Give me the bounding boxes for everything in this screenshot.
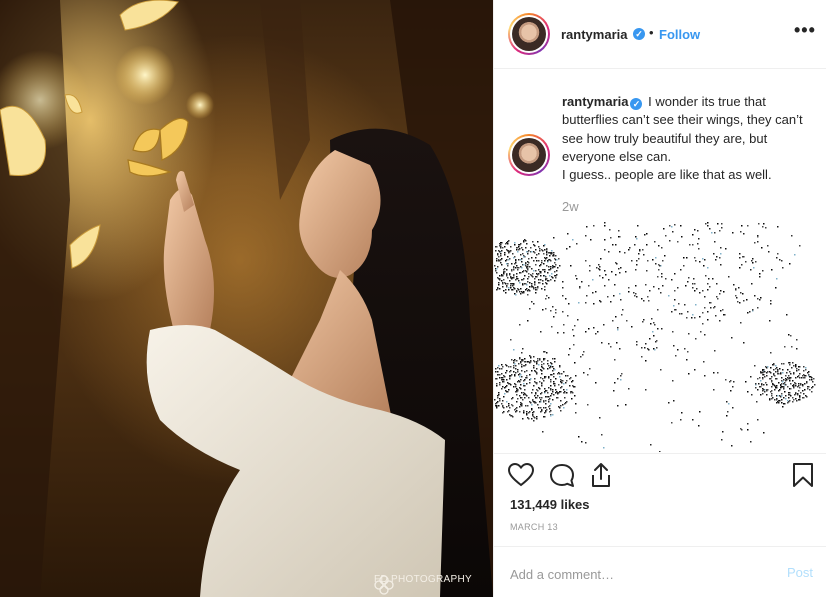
post-actions: 131,449 likes MARCH 13 Post (494, 453, 826, 597)
post-comment-button[interactable]: Post (787, 565, 813, 580)
caption-avatar-image (512, 138, 546, 172)
caption-avatar[interactable] (508, 134, 550, 176)
photo-watermark: FD PHOTOGRAPHY (373, 574, 473, 595)
post-header: rantymaria ✓ • Follow ••• (494, 0, 826, 69)
bookmark-icon[interactable] (792, 462, 814, 488)
share-icon[interactable] (589, 462, 613, 488)
pixel-noise-overlay (494, 222, 816, 452)
caption-body-line2: I guess.. people are like that as well. (562, 167, 772, 183)
follow-button[interactable]: Follow (659, 27, 700, 42)
caption-text: rantymaria ✓ I wonder its true that butte… (562, 93, 812, 184)
heart-icon[interactable] (508, 463, 534, 487)
flower-logo-icon (374, 575, 394, 595)
post-image[interactable]: FD PHOTOGRAPHY (0, 0, 493, 597)
photo-illustration (0, 0, 493, 597)
likes-count[interactable]: 131,449 likes (510, 497, 590, 512)
comment-icon[interactable] (549, 463, 575, 488)
more-horizontal-icon[interactable]: ••• (794, 20, 816, 41)
obscured-comments (494, 222, 826, 452)
comment-form: Post (494, 546, 826, 597)
verified-badge-icon: ✓ (633, 28, 645, 40)
header-separator: • (649, 25, 654, 40)
post-side-panel: rantymaria ✓ • Follow ••• rantymaria ✓ I … (493, 0, 826, 597)
post-date[interactable]: MARCH 13 (510, 522, 558, 532)
avatar-image (512, 17, 546, 51)
caption-verified-badge-icon: ✓ (630, 98, 643, 110)
avatar[interactable] (508, 13, 550, 55)
caption-timestamp[interactable]: 2w (562, 199, 579, 214)
comment-input[interactable] (510, 563, 760, 585)
caption-username-link[interactable]: rantymaria (562, 94, 628, 109)
username-link[interactable]: rantymaria (561, 27, 627, 42)
